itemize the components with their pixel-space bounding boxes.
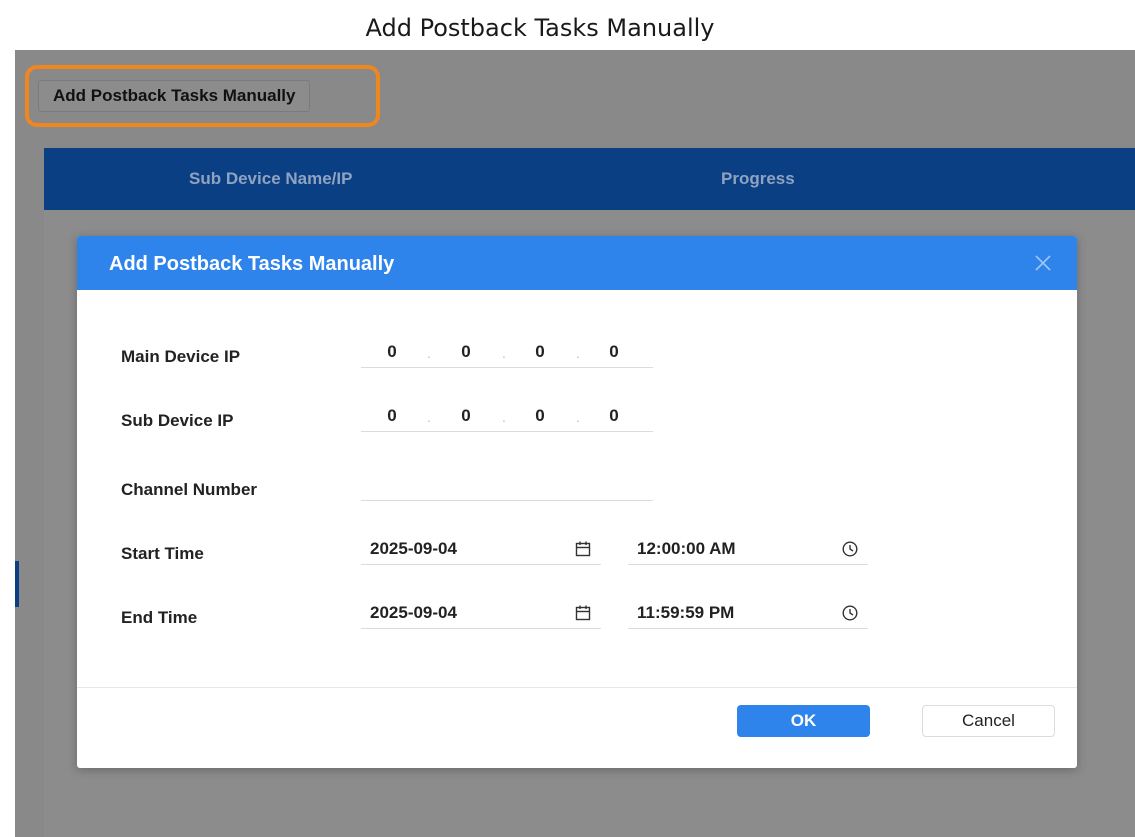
end-time-input[interactable]: 11:59:59 PM: [628, 598, 868, 629]
end-date-input[interactable]: 2025-09-04: [361, 598, 601, 629]
ip-segment-4[interactable]: 0: [599, 401, 629, 431]
start-time-input[interactable]: 12:00:00 AM: [628, 534, 868, 565]
clock-icon[interactable]: [841, 604, 859, 622]
ip-segment-4[interactable]: 0: [599, 337, 629, 367]
ip-separator: .: [502, 345, 506, 361]
clock-icon[interactable]: [841, 540, 859, 558]
ip-segment-3[interactable]: 0: [525, 401, 555, 431]
channel-number-row: Channel Number: [77, 470, 1077, 510]
end-date-value: 2025-09-04: [370, 603, 457, 622]
column-header-progress: Progress: [721, 169, 795, 188]
start-time-label: Start Time: [121, 544, 204, 563]
ip-separator: .: [576, 345, 580, 361]
ip-segment-2[interactable]: 0: [451, 401, 481, 431]
ip-separator: .: [576, 409, 580, 425]
sub-device-ip-input[interactable]: 0 . 0 . 0 . 0: [361, 401, 653, 432]
sub-device-ip-row: Sub Device IP 0 . 0 . 0 . 0: [77, 401, 1077, 441]
end-time-value: 11:59:59 PM: [637, 603, 735, 622]
column-header-sub-device: Sub Device Name/IP: [189, 169, 353, 188]
ip-segment-3[interactable]: 0: [525, 337, 555, 367]
calendar-icon[interactable]: [574, 604, 592, 622]
sub-device-ip-label: Sub Device IP: [121, 411, 234, 430]
channel-number-input[interactable]: [361, 470, 653, 501]
start-time-row: Start Time 2025-09-04 12:00:00 AM: [77, 534, 1077, 574]
sidebar-edge: [15, 561, 19, 607]
main-device-ip-input[interactable]: 0 . 0 . 0 . 0: [361, 337, 653, 368]
ip-separator: .: [427, 345, 431, 361]
dialog-title: Add Postback Tasks Manually: [109, 253, 395, 275]
main-device-ip-label: Main Device IP: [121, 347, 241, 366]
page-caption: Add Postback Tasks Manually: [365, 14, 715, 42]
cancel-button[interactable]: Cancel: [922, 705, 1055, 737]
highlight-annotation: [25, 65, 380, 127]
dialog-header: Add Postback Tasks Manually: [77, 236, 1077, 290]
start-time-value: 12:00:00 AM: [637, 539, 736, 558]
start-date-value: 2025-09-04: [370, 539, 457, 558]
channel-number-label: Channel Number: [121, 480, 258, 499]
close-icon[interactable]: [1033, 253, 1053, 273]
main-device-ip-row: Main Device IP 0 . 0 . 0 . 0: [77, 337, 1077, 377]
ip-segment-2[interactable]: 0: [451, 337, 481, 367]
ip-segment-1[interactable]: 0: [377, 337, 407, 367]
ip-separator: .: [502, 409, 506, 425]
calendar-icon[interactable]: [574, 540, 592, 558]
end-time-row: End Time 2025-09-04 11:59:59 PM: [77, 598, 1077, 638]
add-postback-dialog: Add Postback Tasks Manually Main Device …: [77, 236, 1077, 768]
dialog-footer-divider: [77, 687, 1077, 688]
end-time-label: End Time: [121, 608, 198, 627]
ip-segment-1[interactable]: 0: [377, 401, 407, 431]
ok-button[interactable]: OK: [737, 705, 870, 737]
start-date-input[interactable]: 2025-09-04: [361, 534, 601, 565]
table-header: Sub Device Name/IP Progress: [44, 148, 1135, 210]
ip-separator: .: [427, 409, 431, 425]
